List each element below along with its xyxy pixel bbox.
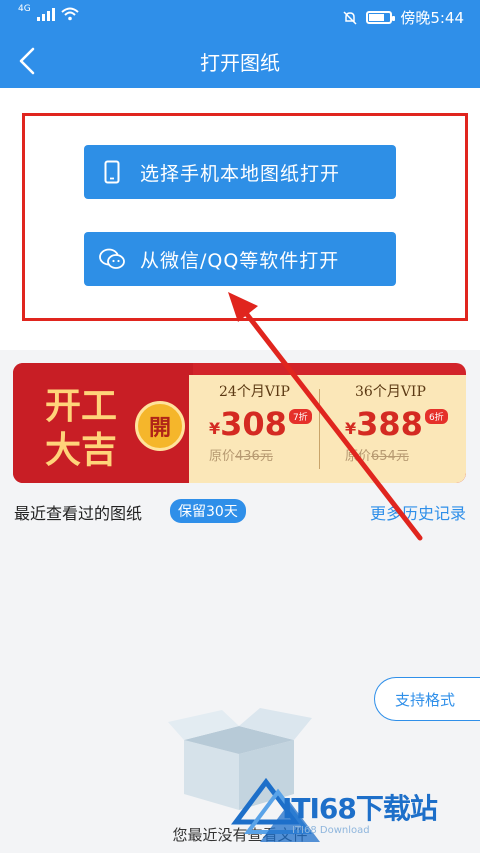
highlight-frame	[22, 113, 468, 321]
seal-badge: 開	[135, 401, 185, 451]
network-type: 4G	[18, 4, 31, 14]
signal-icon	[36, 7, 55, 21]
status-bar: 4G 傍晚5:44	[0, 0, 480, 34]
currency-symbol: ¥	[345, 419, 357, 438]
page-title: 打开图纸	[200, 51, 280, 75]
wifi-icon	[61, 7, 79, 21]
supported-formats-button[interactable]: 支持格式	[374, 677, 480, 721]
watermark-subtext: ITI68 Download	[292, 825, 370, 836]
more-history-link[interactable]: 更多历史记录	[370, 500, 466, 524]
vip-plan-36[interactable]: 36个月VIP ¥ 388 6折 原价654元	[345, 381, 465, 464]
watermark-text: ITI68下载站	[282, 792, 438, 825]
vip-plan-24[interactable]: 24个月VIP ¥ 308 7折 原价436元	[209, 381, 329, 464]
battery-icon	[366, 11, 396, 24]
recent-title: 最近查看过的图纸	[14, 504, 143, 523]
clock: 傍晚5:44	[400, 9, 464, 27]
recent-header: 最近查看过的图纸 保留30天 更多历史记录	[0, 497, 480, 527]
plan-price: 388	[356, 405, 423, 443]
plan-name: 36个月VIP	[355, 384, 426, 400]
discount-badge: 7折	[288, 409, 312, 424]
currency-symbol: ¥	[209, 419, 221, 438]
greeting-line-1: 开工	[45, 386, 118, 427]
banner-greeting: 开工 大吉	[45, 385, 117, 473]
mute-icon	[343, 10, 357, 25]
nav-bar: 打开图纸	[0, 34, 480, 88]
plan-name: 24个月VIP	[219, 384, 290, 400]
greeting-line-2: 大吉	[45, 430, 118, 471]
original-price: 原价654元	[345, 449, 409, 464]
plan-price: 308	[220, 405, 287, 443]
original-price: 原价436元	[209, 449, 273, 464]
vip-promo-banner[interactable]: 开工 大吉 開 24个月VIP ¥ 308 7折 原价436元 36个月VIP …	[13, 363, 466, 483]
discount-badge: 6折	[424, 409, 448, 424]
retention-badge: 保留30天	[170, 499, 246, 523]
